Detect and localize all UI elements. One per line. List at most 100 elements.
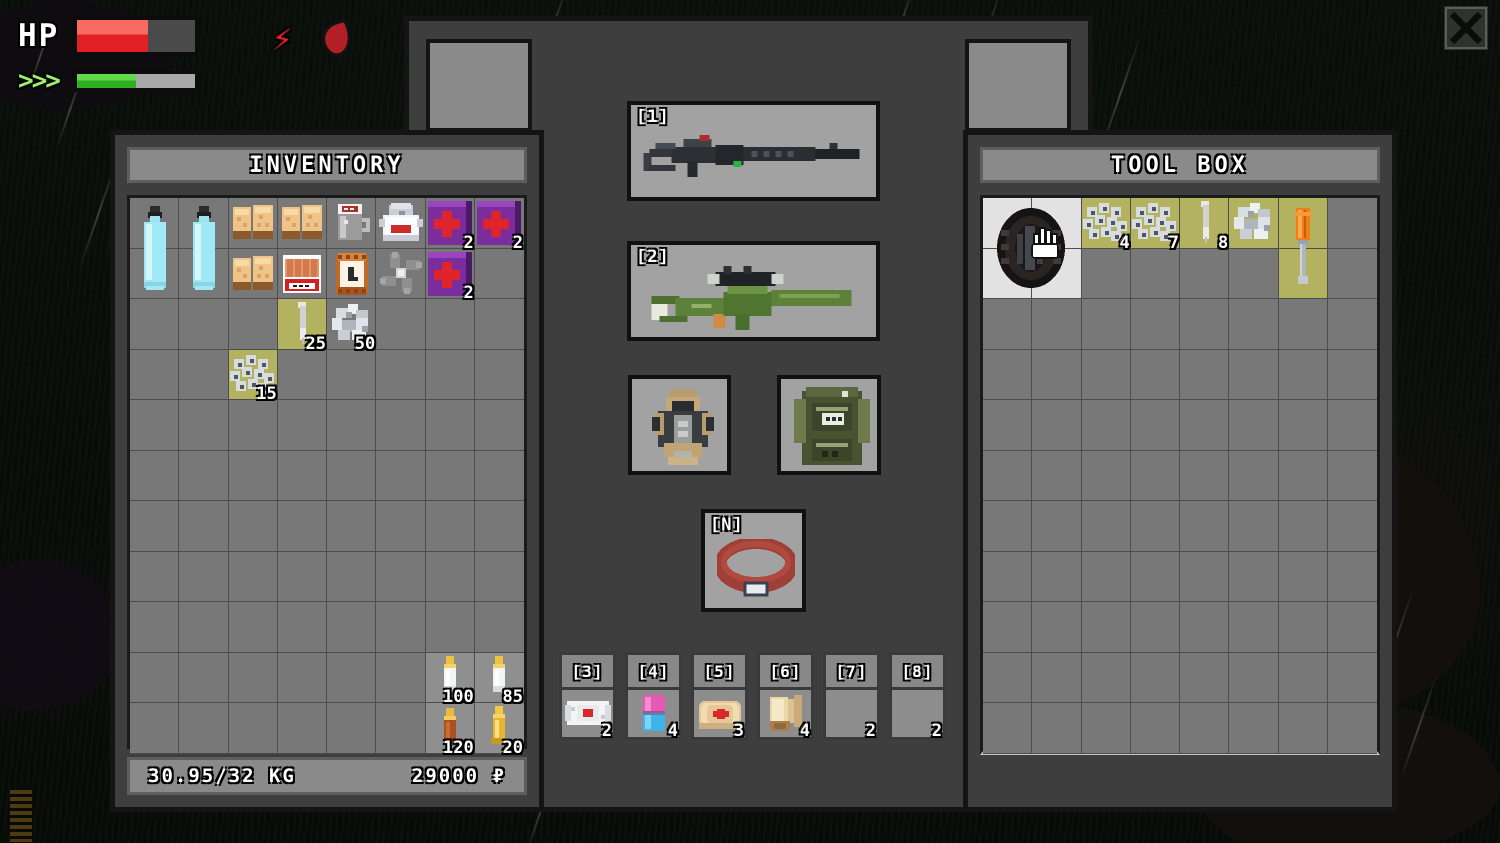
inventory-cell[interactable] — [1130, 400, 1180, 451]
inventory-cell[interactable] — [228, 652, 278, 703]
inventory-cell[interactable] — [474, 400, 524, 451]
item-bread-loaf[interactable] — [229, 249, 278, 300]
inventory-cell[interactable] — [1081, 248, 1131, 299]
inventory-cell[interactable] — [1278, 703, 1328, 754]
tab-right[interactable] — [965, 39, 1071, 132]
item-metal-scrap[interactable] — [1229, 198, 1278, 249]
inventory-cell[interactable] — [228, 602, 278, 653]
inventory-cell[interactable] — [327, 450, 377, 501]
inventory-cell[interactable] — [277, 652, 327, 703]
inventory-cell[interactable] — [376, 501, 426, 552]
inventory-cell[interactable] — [474, 501, 524, 552]
inventory-cell[interactable] — [228, 400, 278, 451]
inventory-cell[interactable] — [376, 400, 426, 451]
quick-slot-7[interactable]: [7] 2 — [823, 652, 880, 740]
inventory-cell[interactable] — [1180, 248, 1230, 299]
inventory-cell[interactable] — [130, 602, 180, 653]
inventory-cell[interactable] — [1327, 703, 1377, 754]
inventory-cell[interactable] — [327, 652, 377, 703]
inventory-cell[interactable] — [1032, 450, 1082, 501]
item-medkit-purple[interactable]: 2 — [426, 198, 475, 251]
inventory-cell[interactable] — [1327, 198, 1377, 249]
inventory-cell[interactable] — [474, 349, 524, 400]
inventory-cell[interactable] — [1180, 551, 1230, 602]
inventory-cell[interactable] — [327, 349, 377, 400]
inventory-cell[interactable] — [179, 551, 229, 602]
inventory-cell[interactable] — [1081, 400, 1131, 451]
inventory-cell[interactable] — [1278, 652, 1328, 703]
inventory-cell[interactable] — [1327, 450, 1377, 501]
quick-slot-item-painkiller[interactable]: 2 — [889, 690, 946, 740]
inventory-cell[interactable] — [1032, 299, 1082, 350]
item-screwdriver[interactable] — [1279, 198, 1328, 299]
inventory-cell[interactable] — [1081, 652, 1131, 703]
inventory-cell[interactable] — [130, 299, 180, 350]
inventory-cell[interactable] — [376, 703, 426, 754]
item-water-bottle[interactable] — [130, 198, 179, 299]
inventory-cell[interactable] — [1229, 450, 1279, 501]
inventory-cell[interactable] — [1130, 703, 1180, 754]
inventory-cell[interactable] — [1032, 652, 1082, 703]
slot-backpack[interactable] — [777, 375, 881, 475]
inventory-cell[interactable] — [327, 400, 377, 451]
inventory-cell[interactable] — [1180, 299, 1230, 350]
inventory-cell[interactable] — [327, 602, 377, 653]
inventory-cell[interactable] — [1229, 299, 1279, 350]
inventory-cell[interactable] — [1130, 299, 1180, 350]
quick-slot-3[interactable]: [3] 2 — [559, 652, 616, 740]
item-nail[interactable]: 25 — [278, 299, 327, 352]
item-cooking-pot[interactable] — [376, 198, 425, 249]
inventory-cell[interactable] — [1032, 501, 1082, 552]
inventory-cell[interactable] — [983, 703, 1033, 754]
item-bolts[interactable]: 15 — [229, 350, 278, 403]
inventory-cell[interactable] — [1229, 501, 1279, 552]
item-canned-food[interactable] — [327, 249, 376, 300]
inventory-cell[interactable] — [277, 602, 327, 653]
inventory-cell[interactable] — [425, 299, 475, 350]
item-ammo-white[interactable]: 85 — [475, 653, 524, 706]
item-car-tire[interactable] — [983, 198, 1082, 299]
inventory-cell[interactable] — [474, 299, 524, 350]
inventory-cell[interactable] — [983, 652, 1033, 703]
inventory-cell[interactable] — [1130, 501, 1180, 552]
inventory-cell[interactable] — [179, 652, 229, 703]
inventory-cell[interactable] — [228, 551, 278, 602]
inventory-cell[interactable] — [179, 349, 229, 400]
inventory-cell[interactable] — [376, 299, 426, 350]
inventory-cell[interactable] — [425, 400, 475, 451]
inventory-cell[interactable] — [474, 450, 524, 501]
inventory-cell[interactable] — [1081, 299, 1131, 350]
inventory-cell[interactable] — [1180, 400, 1230, 451]
inventory-cell[interactable] — [1229, 703, 1279, 754]
item-bread-loaf[interactable] — [278, 198, 327, 249]
inventory-cell[interactable] — [179, 400, 229, 451]
inventory-cell[interactable] — [1327, 551, 1377, 602]
inventory-cell[interactable] — [327, 501, 377, 552]
item-water-bottle[interactable] — [179, 198, 228, 299]
item-bolts[interactable]: 4 — [1082, 198, 1131, 251]
inventory-cell[interactable] — [1278, 450, 1328, 501]
item-ammo-white[interactable]: 100 — [426, 653, 475, 706]
inventory-cell[interactable] — [1229, 652, 1279, 703]
inventory-cell[interactable] — [1130, 652, 1180, 703]
inventory-cell[interactable] — [1229, 248, 1279, 299]
inventory-cell[interactable] — [1327, 349, 1377, 400]
inventory-cell[interactable] — [1278, 551, 1328, 602]
inventory-cell[interactable] — [983, 299, 1033, 350]
inventory-cell[interactable] — [1278, 501, 1328, 552]
inventory-cell[interactable] — [1278, 299, 1328, 350]
inventory-cell[interactable] — [228, 450, 278, 501]
inventory-cell[interactable] — [425, 450, 475, 501]
item-canned-drink[interactable] — [327, 198, 376, 249]
inventory-cell[interactable] — [1081, 450, 1131, 501]
inventory-cell[interactable] — [1278, 602, 1328, 653]
inventory-cell[interactable] — [1229, 400, 1279, 451]
inventory-cell[interactable] — [1180, 450, 1230, 501]
inventory-cell[interactable] — [228, 703, 278, 754]
inventory-cell[interactable] — [179, 299, 229, 350]
close-button[interactable] — [1444, 6, 1488, 50]
inventory-cell[interactable] — [1180, 602, 1230, 653]
quick-slot-item-bandage[interactable]: 2 — [559, 690, 616, 740]
inventory-cell[interactable] — [327, 551, 377, 602]
slot-necklace[interactable]: [N] — [701, 509, 806, 612]
